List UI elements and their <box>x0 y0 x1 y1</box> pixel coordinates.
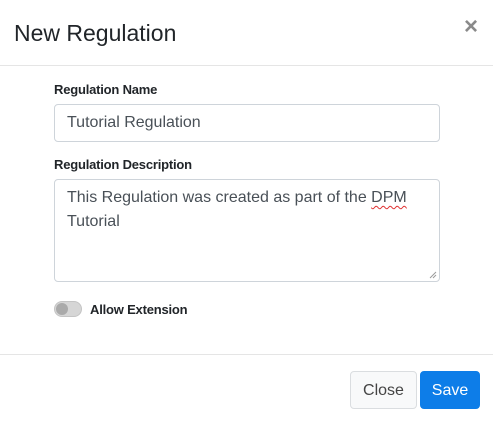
regulation-name-label: Regulation Name <box>54 82 158 97</box>
dialog-title: New Regulation <box>14 20 177 46</box>
regulation-name-input[interactable] <box>54 104 440 142</box>
description-text-spellcheck: DPM <box>371 189 407 206</box>
close-button[interactable]: Close <box>350 371 417 409</box>
dialog-body: Regulation Name Regulation Description T… <box>0 66 493 354</box>
save-button[interactable]: Save <box>420 371 480 409</box>
allow-extension-label: Allow Extension <box>90 302 188 317</box>
description-text-part1: This Regulation was created as part of t… <box>67 189 372 206</box>
toggle-knob <box>56 303 68 315</box>
allow-extension-toggle[interactable] <box>54 301 82 317</box>
regulation-description-textarea[interactable]: This Regulation was created as part of t… <box>54 179 440 282</box>
dialog-footer: Close Save <box>0 354 493 422</box>
new-regulation-dialog: New Regulation × Regulation Name Regulat… <box>0 0 493 422</box>
regulation-description-label: Regulation Description <box>54 157 192 172</box>
dialog-header: New Regulation × <box>0 0 493 66</box>
close-icon[interactable]: × <box>461 14 481 40</box>
resize-grip-icon[interactable] <box>427 269 437 279</box>
description-text-part2: Tutorial <box>67 213 120 230</box>
